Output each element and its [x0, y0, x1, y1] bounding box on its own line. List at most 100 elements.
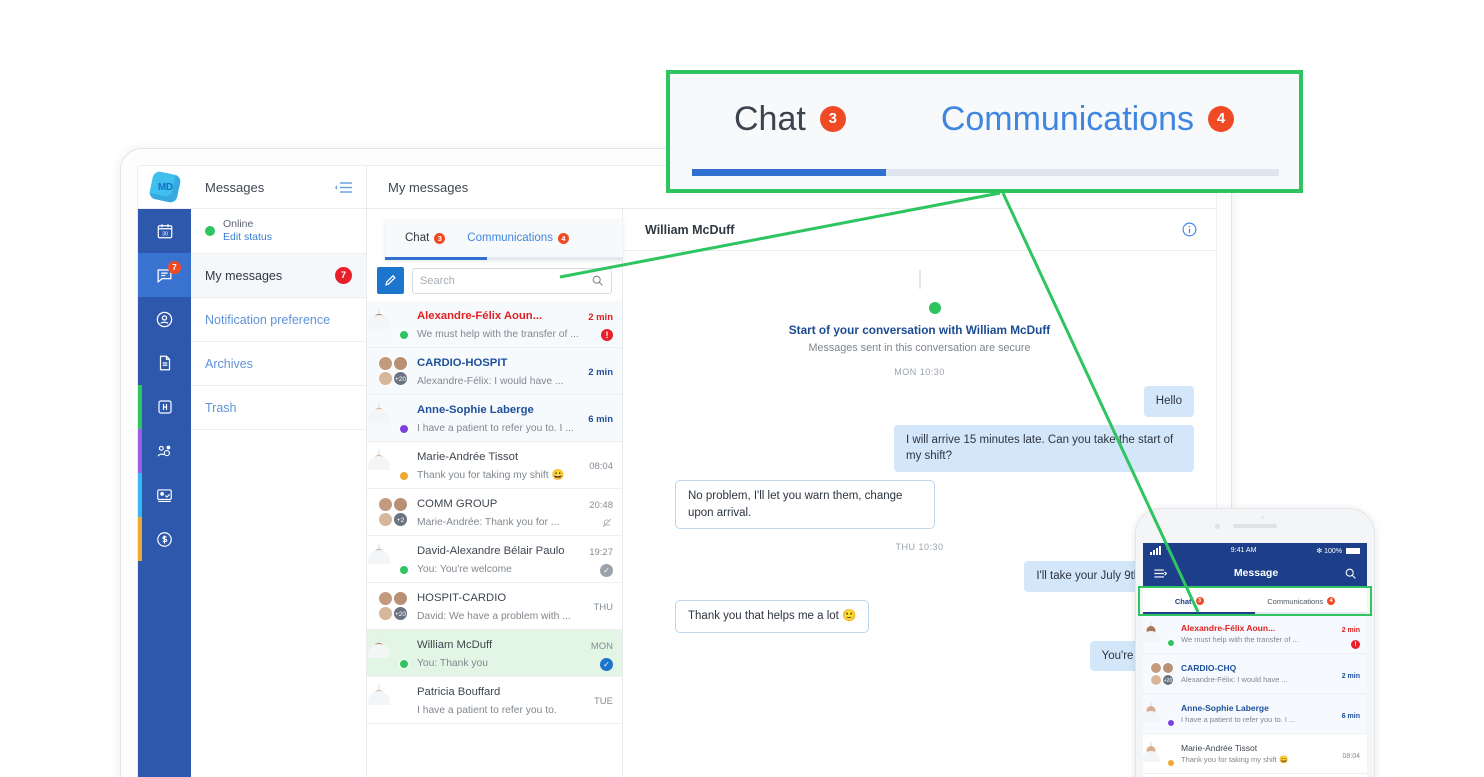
- tab-chat[interactable]: Chat 3: [405, 232, 446, 244]
- list-item[interactable]: Alexandre-Félix Aoun... We must help wit…: [367, 301, 622, 348]
- collapse-panel-icon[interactable]: [332, 181, 354, 194]
- list-item-text: Alexandre-Félix Aoun... We must help wit…: [417, 306, 579, 342]
- list-item-name: William McDuff: [417, 639, 493, 651]
- rail-item-messages[interactable]: 7: [138, 253, 191, 297]
- callout-underline-active: [692, 169, 886, 176]
- phone-list-item-time: 2 min: [1341, 672, 1360, 680]
- list-item[interactable]: Anne-Sophie Laberge I have a patient to …: [367, 395, 622, 442]
- list-item-preview: I have a patient to refer you to.: [417, 705, 557, 716]
- list-item[interactable]: +20 CARDIO-HOSPIT Alexandre-Félix: I wou…: [367, 348, 622, 395]
- list-item[interactable]: +20 HOSPIT-CARDIO David: We have a probl…: [367, 583, 622, 630]
- group-avatar-count: +20: [393, 606, 408, 621]
- list-item-time: 20:48: [589, 500, 613, 511]
- rail-messages-badge: 7: [168, 261, 181, 274]
- group-avatar-photo: [378, 512, 393, 527]
- search-icon[interactable]: [591, 274, 604, 287]
- list-item-text: Patricia Bouffard I have a patient to re…: [417, 682, 566, 718]
- avatar-photo: [1150, 620, 1152, 640]
- menu-icon[interactable]: [1153, 567, 1168, 580]
- list-item-name: HOSPIT-CARDIO: [417, 592, 507, 604]
- tablet-screen: MD 30 7 Messages Online Edit status My m…: [137, 165, 1217, 777]
- tablet-device-frame: MD 30 7 Messages Online Edit status My m…: [120, 148, 1232, 777]
- list-item-text: COMM GROUP Marie-Andrée: Thank you for .…: [417, 494, 566, 530]
- phone-tab-communications-label: Communications: [1267, 596, 1324, 606]
- sidebar-item-notification-preference[interactable]: Notification preference: [191, 298, 366, 342]
- rail-item-documents[interactable]: [138, 341, 191, 385]
- phone-list-item[interactable]: Alexandre-Félix Aoun... We must help wit…: [1143, 614, 1367, 654]
- phone-clock: 9:41 AM: [1230, 547, 1257, 554]
- callout-tab-communications[interactable]: Communications 4: [941, 100, 1235, 139]
- presence-dot: [399, 424, 409, 434]
- rail-item-billing[interactable]: [138, 517, 191, 561]
- list-item[interactable]: Patricia Bouffard I have a patient to re…: [367, 677, 622, 724]
- phone-tab-chat[interactable]: Chat 3: [1175, 597, 1204, 606]
- edit-status-link[interactable]: Edit status: [223, 231, 272, 244]
- status-labels: Online Edit status: [223, 218, 272, 244]
- list-item-status: ✓: [575, 657, 613, 671]
- sidebar-item-archives[interactable]: Archives: [191, 342, 366, 386]
- group-avatar: +20: [1150, 661, 1174, 686]
- phone-tab-communications[interactable]: Communications 4: [1267, 596, 1336, 606]
- app-icon-rail: 30 7: [138, 209, 191, 777]
- user-status[interactable]: Online Edit status: [191, 209, 366, 254]
- callout-tab-chat-badge: 3: [819, 106, 846, 132]
- group-avatar-photo: [378, 606, 393, 621]
- message-bubble: No problem, I'll let you warn them, chan…: [675, 480, 935, 530]
- rail-item-hospital[interactable]: [138, 385, 191, 429]
- phone-list-item-name: Anne-Sophie Laberge: [1181, 703, 1269, 713]
- wifi-icon: ⌃: [1165, 548, 1171, 555]
- avatar: [378, 637, 409, 669]
- search-icon[interactable]: [1344, 567, 1357, 580]
- phone-list-item-text: Anne-Sophie Laberge I have a patient to …: [1181, 703, 1323, 724]
- phone-device-frame: ⌃ 9:41 AM ✻ 100% Message Chat 3 Communic…: [1135, 508, 1375, 777]
- day-separator: THU 10:30: [895, 542, 944, 553]
- conversation-start: Start of your conversation with William …: [645, 270, 1194, 354]
- list-item-status: !: [575, 329, 613, 341]
- phone-list-item[interactable]: Anne-Sophie Laberge I have a patient to …: [1143, 694, 1367, 734]
- message-outgoing: I'll take your July 9th shift 😉: [645, 561, 1194, 593]
- list-item-time: 19:27: [589, 546, 613, 558]
- phone-tab-communications-badge: 4: [1327, 597, 1336, 605]
- sidebar-item-trash[interactable]: Trash: [191, 386, 366, 430]
- list-item-name: David-Alexandre Bélair Paulo: [417, 545, 565, 557]
- chat-panel: William McDuff Start of your conversatio…: [623, 209, 1216, 777]
- urgent-icon: !: [1351, 639, 1360, 649]
- conversation-start-subtext: Messages sent in this conversation are s…: [808, 342, 1031, 354]
- tab-communications-badge: 4: [557, 232, 569, 244]
- tab-communications[interactable]: Communications 4: [467, 232, 569, 244]
- compose-pencil-icon[interactable]: [377, 267, 404, 294]
- sidebar-item-label: Archives: [205, 356, 253, 371]
- list-item[interactable]: David-Alexandre Bélair Paulo You: You're…: [367, 536, 622, 583]
- rail-item-photo-check[interactable]: [138, 473, 191, 517]
- list-item-time: 6 min: [588, 414, 613, 425]
- message-incoming: No problem, I'll let you warn them, chan…: [645, 480, 1194, 530]
- rail-item-contact-card[interactable]: [138, 297, 191, 341]
- list-item-time: 2 min: [588, 312, 613, 323]
- search-input[interactable]: [420, 274, 591, 287]
- list-item-selected[interactable]: William McDuff You: Thank you MON ✓: [367, 630, 622, 677]
- rail-item-calendar[interactable]: 30: [138, 209, 191, 253]
- group-avatar: +20: [378, 591, 408, 621]
- phone-list-item[interactable]: +20 CARDIO-CHQ Alexandre-Félix: I would …: [1143, 654, 1367, 694]
- tab-underline-track: [385, 257, 623, 260]
- phone-list-item[interactable]: Marie-Andrée Tissot Thank you for taking…: [1143, 734, 1367, 774]
- list-item-time: MON: [590, 640, 613, 652]
- info-icon[interactable]: [1181, 221, 1198, 238]
- group-avatar-photo: [1150, 661, 1162, 674]
- group-avatar-photo: [1162, 661, 1174, 674]
- group-avatar-photo: [1150, 673, 1162, 686]
- presence-dot: [1167, 718, 1175, 727]
- list-item-meta: THU: [575, 597, 613, 615]
- read-receipt-icon: ✓: [600, 657, 613, 671]
- page-title: My messages: [388, 179, 469, 195]
- rail-accent-team: [138, 429, 142, 473]
- list-item[interactable]: +2 COMM GROUP Marie-Andrée: Thank you fo…: [367, 489, 622, 536]
- list-item[interactable]: Marie-Andrée Tissot Thank you for taking…: [367, 442, 622, 489]
- urgent-icon: !: [601, 329, 613, 341]
- app-logo[interactable]: MD: [138, 166, 191, 209]
- callout-tab-chat[interactable]: Chat 3: [734, 100, 846, 139]
- sidebar-item-my-messages[interactable]: My messages 7: [191, 254, 366, 298]
- rail-item-team[interactable]: [138, 429, 191, 473]
- message-bubble: I will arrive 15 minutes late. Can you t…: [894, 424, 1194, 473]
- search-box[interactable]: [412, 267, 612, 294]
